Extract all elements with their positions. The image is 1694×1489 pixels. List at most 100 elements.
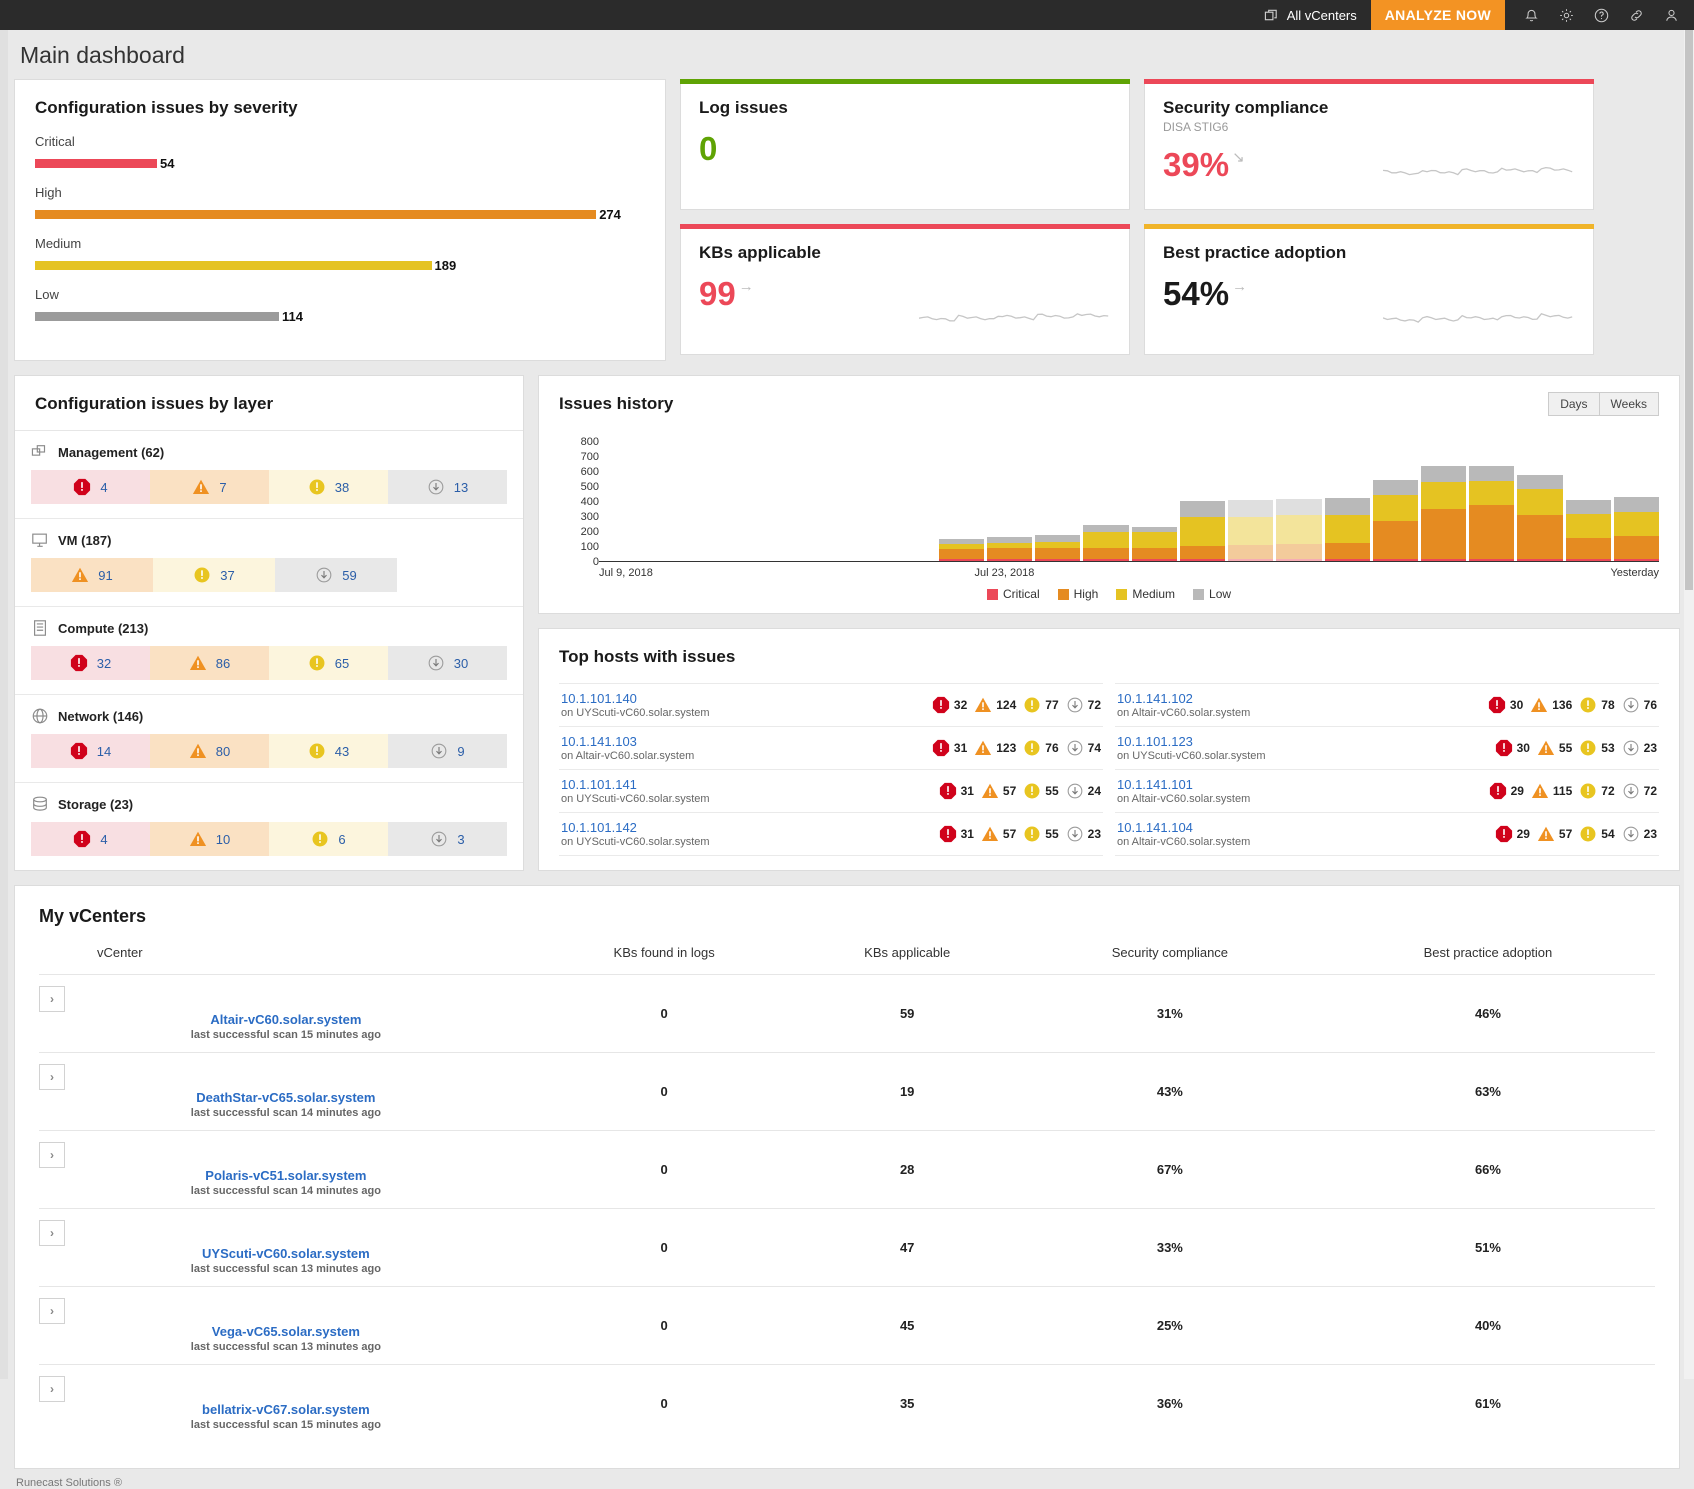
layer-chip-medium[interactable]: 43	[269, 734, 388, 768]
host-ip-link[interactable]: 10.1.101.123	[1117, 734, 1266, 749]
best-practice-adoption-value: 46%	[1321, 975, 1655, 1053]
chart-bar[interactable]	[1469, 466, 1514, 561]
legend-item[interactable]: Critical	[987, 587, 1040, 601]
vcenters-selector[interactable]: All vCenters	[1264, 8, 1357, 23]
severity-bar-list: Critical54High274Medium189Low114	[35, 134, 645, 324]
bar-segment-high	[1083, 548, 1128, 559]
chart-bar[interactable]	[1276, 499, 1321, 561]
chart-bar[interactable]	[1180, 501, 1225, 561]
chart-bar[interactable]	[1325, 498, 1370, 561]
layer-chips: 4 7 3813	[31, 470, 507, 504]
user-icon[interactable]	[1663, 7, 1680, 24]
layer-chip-low[interactable]: 59	[275, 558, 397, 592]
link-icon[interactable]	[1628, 7, 1645, 24]
chart-bar[interactable]	[1421, 466, 1466, 561]
layer-chip-high[interactable]: 86	[150, 646, 269, 680]
layer-chip-critical[interactable]: 14	[31, 734, 150, 768]
vcenter-name-link[interactable]: Polaris-vC51.solar.system	[39, 1168, 533, 1183]
chart-bar[interactable]	[1035, 535, 1080, 561]
chart-bar[interactable]	[1132, 527, 1177, 561]
host-critical-count: 31	[932, 739, 967, 757]
y-tick: 200	[581, 526, 599, 538]
days-weeks-toggle: Days Weeks	[1548, 392, 1659, 416]
vcenter-last-scan: last successful scan 15 minutes ago	[39, 1419, 533, 1431]
layer-chip-low[interactable]: 30	[388, 646, 507, 680]
row-expand-button[interactable]: ›	[39, 1298, 65, 1324]
layer-chip-medium[interactable]: 65	[269, 646, 388, 680]
host-ip-link[interactable]: 10.1.141.103	[561, 734, 694, 749]
kpi-card[interactable]: Best practice adoption54%→	[1144, 224, 1594, 355]
kpi-card[interactable]: Security complianceDISA STIG639%↘	[1144, 79, 1594, 210]
chart-bar[interactable]	[1373, 480, 1418, 561]
row-expand-button[interactable]: ›	[39, 1142, 65, 1168]
vcenter-name-link[interactable]: DeathStar-vC65.solar.system	[39, 1090, 533, 1105]
host-ip-link[interactable]: 10.1.141.101	[1117, 777, 1250, 792]
layer-chip-critical[interactable]: 4	[31, 822, 150, 856]
medium-severity-icon	[308, 742, 326, 760]
chart-bar[interactable]	[1083, 525, 1128, 561]
issues-history-card: Issues history Days Weeks 80070060050040…	[538, 375, 1680, 614]
layer-chip-high[interactable]: 80	[150, 734, 269, 768]
layer-chip-high[interactable]: 10	[150, 822, 269, 856]
layer-chip-medium[interactable]: 6	[269, 822, 388, 856]
table-row: ›DeathStar-vC65.solar.systemlast success…	[39, 1053, 1655, 1131]
toggle-weeks[interactable]: Weeks	[1600, 392, 1659, 416]
chart-bar[interactable]	[1614, 497, 1659, 561]
row-expand-button[interactable]: ›	[39, 1220, 65, 1246]
layer-chip-critical[interactable]: 32	[31, 646, 150, 680]
host-row: 10.1.141.101on Altair-vC60.solar.system2…	[1115, 769, 1659, 812]
toggle-days[interactable]: Days	[1548, 392, 1599, 416]
row-expand-button[interactable]: ›	[39, 1376, 65, 1402]
layer-chip-value: 7	[219, 480, 226, 495]
layer-chip-low[interactable]: 13	[388, 470, 507, 504]
layer-chip-medium[interactable]: 37	[153, 558, 275, 592]
low-severity-icon	[1066, 739, 1084, 757]
row-expand-button[interactable]: ›	[39, 1064, 65, 1090]
vcenter-name-link[interactable]: Vega-vC65.solar.system	[39, 1324, 533, 1339]
kpi-card[interactable]: Log issues0	[680, 79, 1130, 210]
gear-icon[interactable]	[1558, 7, 1575, 24]
legend-item[interactable]: Low	[1193, 587, 1231, 601]
critical-severity-icon	[1488, 696, 1506, 714]
vcenter-name-link[interactable]: bellatrix-vC67.solar.system	[39, 1402, 533, 1417]
layer-chip-high[interactable]: 91	[31, 558, 153, 592]
chart-bar[interactable]	[1228, 500, 1273, 561]
chart-bar[interactable]	[939, 539, 984, 561]
legend-swatch	[1058, 589, 1069, 600]
layer-chip-medium[interactable]: 38	[269, 470, 388, 504]
host-ip-link[interactable]: 10.1.101.140	[561, 691, 710, 706]
page-scrollbar[interactable]	[1684, 30, 1694, 1379]
chart-bar[interactable]	[987, 537, 1032, 561]
legend-item[interactable]: Medium	[1116, 587, 1175, 601]
severity-value: 274	[599, 207, 621, 222]
row-expand-button[interactable]: ›	[39, 986, 65, 1012]
table-row: ›bellatrix-vC67.solar.system last success…	[39, 1365, 1655, 1443]
layer-chip-critical[interactable]: 4	[31, 470, 150, 504]
host-parent-vcenter: on Altair-vC60.solar.system	[1117, 793, 1250, 805]
host-ip-link[interactable]: 10.1.101.142	[561, 820, 710, 835]
chart-bar[interactable]	[1566, 500, 1611, 561]
host-parent-vcenter: on UYScuti-vC60.solar.system	[561, 836, 710, 848]
vcenter-name-link[interactable]: UYScuti-vC60.solar.system	[39, 1246, 533, 1261]
vcenters-table-header: vCenterKBs found in logsKBs applicableSe…	[39, 945, 1655, 975]
analyze-now-button[interactable]: ANALYZE NOW	[1371, 0, 1505, 30]
y-tick: 300	[581, 511, 599, 523]
bar-segment-high	[1421, 509, 1466, 559]
layer-chip-low[interactable]: 9	[388, 734, 507, 768]
host-low-count: 74	[1066, 739, 1101, 757]
host-low-count: 72	[1066, 696, 1101, 714]
bell-icon[interactable]	[1523, 7, 1540, 24]
vcenters-column-header: KBs found in logs	[533, 945, 796, 975]
vcenters-table: vCenterKBs found in logsKBs applicableSe…	[39, 945, 1655, 1442]
host-ip-link[interactable]: 10.1.141.102	[1117, 691, 1250, 706]
vcenter-name-link[interactable]: Altair-vC60.solar.system	[39, 1012, 533, 1027]
host-ip-link[interactable]: 10.1.101.141	[561, 777, 710, 792]
help-icon[interactable]	[1593, 7, 1610, 24]
layer-chip-high[interactable]: 7	[150, 470, 269, 504]
host-ip-link[interactable]: 10.1.141.104	[1117, 820, 1250, 835]
bar-segment-low	[1469, 466, 1514, 481]
layer-chip-low[interactable]: 3	[388, 822, 507, 856]
legend-item[interactable]: High	[1058, 587, 1099, 601]
chart-bar[interactable]	[1517, 475, 1562, 561]
kpi-card[interactable]: KBs applicable99→	[680, 224, 1130, 355]
